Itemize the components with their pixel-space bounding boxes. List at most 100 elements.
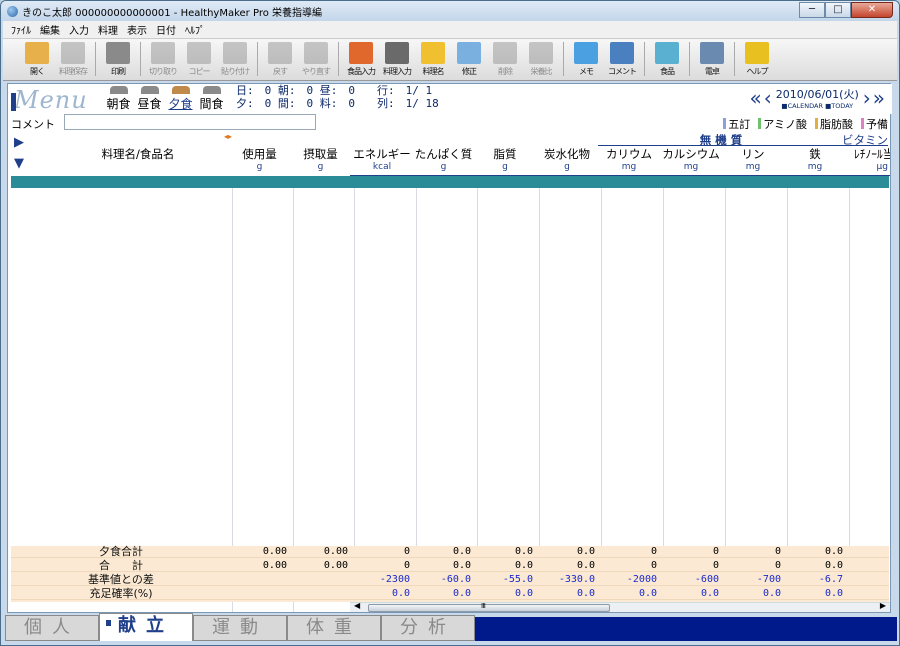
toolbar-button-folder[interactable]: 開く [21, 39, 53, 79]
toolbar-button-eraser[interactable]: 修正 [453, 39, 485, 79]
table-tag[interactable]: アミノ酸 [758, 116, 807, 132]
col-header[interactable]: 脂質 [474, 146, 536, 162]
toolbar-label: メモ [579, 67, 594, 76]
meal-tab[interactable]: 昼食 [135, 86, 164, 112]
title-bar[interactable]: きのこ太郎 000000000000001 - HealthyMaker Pro… [1, 1, 899, 21]
summary-label: 夕食合計 [99, 545, 143, 558]
menu-item[interactable]: 料理 [98, 22, 118, 37]
table-tag[interactable]: 脂肪酸 [815, 116, 853, 132]
toolbar-button-calculator[interactable]: 電卓 [696, 39, 728, 79]
selected-row[interactable] [11, 176, 889, 188]
toolbar-button-food[interactable]: 食品 [651, 39, 683, 79]
meal-icon [202, 86, 221, 94]
tag-label: 五訂 [728, 118, 751, 131]
comment-input[interactable] [64, 114, 316, 130]
col-unit: kcal [372, 162, 392, 172]
scroll-left-icon[interactable]: ◀ [354, 601, 360, 610]
close-button[interactable]: ✕ [851, 2, 893, 18]
menu-item[interactable]: 日付 [156, 22, 176, 37]
col-header[interactable]: 鉄 [784, 146, 846, 162]
food-table-body[interactable] [11, 188, 889, 546]
column-headers: ▶ ▼ ◂▸ 料理名/食品名 無 機 質 ビタミン 使用量 g 摂取量 g エネルギー k… [8, 132, 892, 176]
summary-cell: 0 [650, 546, 657, 557]
expand-down-icon[interactable]: ▼ [14, 156, 24, 171]
col-name-header[interactable]: 料理名/食品名 [48, 146, 228, 162]
toolbar-label: コピー [188, 67, 211, 76]
meal-tab[interactable]: 朝食 [104, 86, 133, 112]
toolbar-button-vegetable[interactable]: 食品入力 [345, 39, 377, 79]
col-header[interactable]: カルシウム [660, 146, 722, 162]
col-header[interactable]: エネルギー [351, 146, 413, 162]
menu-editor-panel: Menu 朝食 昼食 夕食 間食 日: 0 朝: 0 昼: 0 行: 1/ 1 夕: … [7, 83, 892, 613]
next-week-icon[interactable]: » [873, 86, 885, 110]
scroll-grip: Ⅲ [481, 602, 486, 610]
col-header[interactable]: 炭水化物 [536, 146, 598, 162]
paste-icon [223, 42, 247, 64]
tab-4[interactable]: 分析 [381, 615, 475, 641]
summary-cell: 0.00 [323, 546, 348, 557]
summary-cell: -330.0 [558, 574, 595, 585]
toolbar-label: 食品 [660, 67, 675, 76]
summary-cell: 0.0 [638, 588, 657, 599]
col-header[interactable]: たんぱく質 [413, 146, 474, 162]
toolbar-label: やり直す [302, 67, 331, 76]
current-date[interactable]: 2010/06/01(火) [776, 86, 859, 102]
tab-0[interactable]: 個人 [5, 615, 99, 641]
summary-cell: 0.0 [514, 546, 533, 557]
toolbar-button-cook[interactable]: 料理名 [417, 39, 449, 79]
scroll-right-icon[interactable]: ▶ [880, 601, 886, 610]
toolbar-label: 戻す [273, 67, 288, 76]
column-resize-icon[interactable]: ◂▸ [224, 132, 232, 141]
toolbar-button-cutlery[interactable]: 料理入力 [381, 39, 413, 79]
tag-label: 脂肪酸 [820, 118, 853, 131]
tag-label: アミノ酸 [763, 118, 807, 131]
menu-item[interactable]: 表示 [127, 22, 147, 37]
meal-tab[interactable]: 間食 [197, 86, 226, 112]
horizontal-scrollbar[interactable]: ◀ Ⅲ ▶ [350, 601, 890, 612]
col-header[interactable]: リン [722, 146, 784, 162]
col-header[interactable]: 使用量 [229, 146, 290, 162]
menu-item[interactable]: 編集 [40, 22, 60, 37]
undo-icon [268, 42, 292, 64]
next-day-icon[interactable]: › [863, 86, 871, 110]
prev-week-icon[interactable]: « [750, 86, 762, 110]
maximize-button[interactable]: □ [825, 2, 851, 18]
entry-counts: 日: 0 朝: 0 昼: 0 行: 1/ 1 夕: 0 間: 0 料: 0 列:… [236, 84, 439, 110]
toolbar-separator [140, 42, 141, 76]
col-header[interactable]: ﾚﾁﾉｰﾙ当 [846, 146, 890, 162]
col-unit: g [317, 162, 324, 172]
col-header[interactable]: カリウム [598, 146, 660, 162]
meal-tab[interactable]: 夕食 [166, 86, 195, 112]
menu-item[interactable]: ﾍﾙﾌﾟ [185, 22, 205, 37]
toolbar-button-memo[interactable]: メモ [570, 39, 602, 79]
meal-label: 昼食 [137, 97, 162, 111]
prev-day-icon[interactable]: ‹ [764, 86, 772, 110]
menu-item[interactable]: ﾌｧｲﾙ [11, 22, 31, 37]
summary-cell: 0.0 [824, 588, 843, 599]
col-header[interactable]: 摂取量 [290, 146, 351, 162]
toolbar-button-printer[interactable]: 印刷 [102, 39, 134, 79]
summary-cell: 0.0 [514, 560, 533, 571]
menu-item[interactable]: 入力 [69, 22, 89, 37]
toolbar-button-help[interactable]: ヘルプ [741, 39, 773, 79]
tag-marker-icon [815, 118, 818, 129]
toolbar-label: 印刷 [111, 67, 126, 76]
tab-3[interactable]: 体重 [287, 615, 381, 641]
tab-1[interactable]: 献立 [99, 613, 193, 641]
tab-2[interactable]: 運動 [193, 615, 287, 641]
table-tag[interactable]: 予備 [861, 116, 888, 132]
calendar-button[interactable]: CALENDAR [788, 102, 823, 110]
today-button[interactable]: TODAY [831, 102, 853, 110]
summary-cell: 0.0 [452, 560, 471, 571]
table-tag[interactable]: 五訂 [723, 116, 750, 132]
toolbar-button-comment[interactable]: コメント [606, 39, 638, 79]
comment-icon [610, 42, 634, 64]
expand-right-icon[interactable]: ▶ [14, 135, 24, 150]
col-unit: g [502, 162, 508, 172]
meal-selector: 朝食 昼食 夕食 間食 [104, 86, 228, 112]
scroll-thumb[interactable]: Ⅲ [368, 602, 610, 612]
toolbar-label: 修正 [462, 67, 477, 76]
minimize-button[interactable]: ─ [799, 2, 825, 18]
summary-cell: -700 [756, 574, 781, 585]
toolbar-label: 削除 [498, 67, 513, 76]
